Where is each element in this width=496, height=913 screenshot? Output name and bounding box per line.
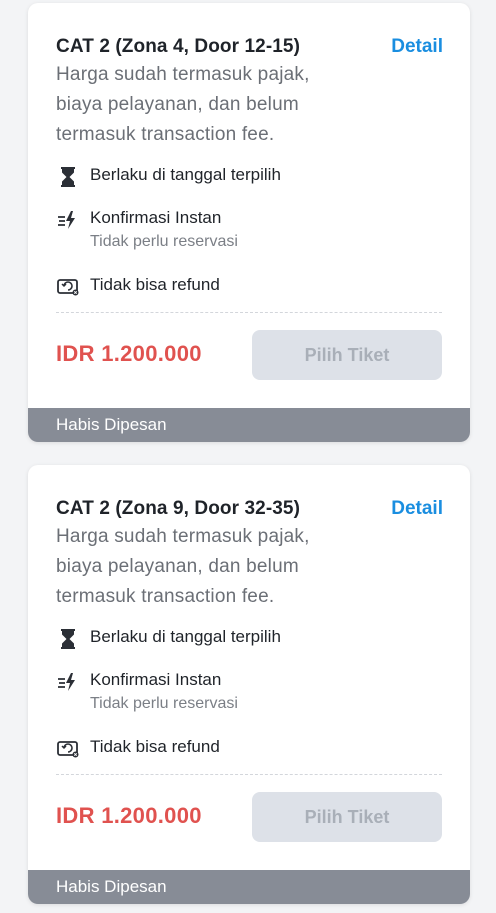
- instant-lightning-icon: [56, 208, 80, 232]
- divider: [56, 312, 442, 313]
- feature-refund: Tidak bisa refund: [56, 275, 220, 299]
- feature-label: Tidak bisa refund: [90, 275, 220, 294]
- description-line: biaya pelayanan, dan belum: [56, 94, 299, 115]
- feature-validity: Berlaku di tanggal terpilih: [56, 165, 281, 189]
- ticket-title: CAT 2 (Zona 4, Door 12-15): [56, 36, 301, 57]
- description-line: termasuk transaction fee.: [56, 586, 275, 607]
- description-line: Harga sudah termasuk pajak,: [56, 526, 310, 547]
- feature-label: Konfirmasi Instan: [90, 208, 222, 227]
- feature-refund: Tidak bisa refund: [56, 737, 220, 761]
- ticket-price: IDR 1.200.000: [56, 341, 202, 366]
- ticket-description: Harga sudah termasuk pajak, biaya pelaya…: [56, 522, 356, 612]
- sold-out-banner: Habis Dipesan: [28, 870, 470, 904]
- ticket-card: CAT 2 (Zona 9, Door 32-35) Detail Harga …: [28, 465, 470, 904]
- divider: [56, 774, 442, 775]
- feature-label: Berlaku di tanggal terpilih: [90, 165, 281, 184]
- detail-link[interactable]: Detail: [391, 498, 443, 520]
- detail-link[interactable]: Detail: [391, 36, 443, 58]
- feature-label: Konfirmasi Instan: [90, 670, 222, 689]
- feature-sublabel: Tidak perlu reservasi: [90, 695, 238, 712]
- feature-instant: Konfirmasi Instan Tidak perlu reservasi: [56, 670, 238, 714]
- sold-out-banner: Habis Dipesan: [28, 408, 470, 442]
- ticket-price: IDR 1.200.000: [56, 803, 202, 828]
- hourglass-icon: [56, 627, 80, 651]
- no-refund-icon: [56, 737, 80, 761]
- feature-sublabel: Tidak perlu reservasi: [90, 233, 238, 250]
- description-line: Harga sudah termasuk pajak,: [56, 64, 310, 85]
- feature-label: Berlaku di tanggal terpilih: [90, 627, 281, 646]
- no-refund-icon: [56, 275, 80, 299]
- feature-instant: Konfirmasi Instan Tidak perlu reservasi: [56, 208, 238, 252]
- ticket-title: CAT 2 (Zona 9, Door 32-35): [56, 498, 301, 519]
- select-ticket-button[interactable]: Pilih Tiket: [252, 792, 442, 842]
- hourglass-icon: [56, 165, 80, 189]
- ticket-description: Harga sudah termasuk pajak, biaya pelaya…: [56, 60, 356, 150]
- ticket-card: CAT 2 (Zona 4, Door 12-15) Detail Harga …: [28, 3, 470, 442]
- feature-label: Tidak bisa refund: [90, 737, 220, 756]
- instant-lightning-icon: [56, 670, 80, 694]
- feature-text: Konfirmasi Instan Tidak perlu reservasi: [90, 670, 238, 714]
- select-ticket-button[interactable]: Pilih Tiket: [252, 330, 442, 380]
- description-line: termasuk transaction fee.: [56, 124, 275, 145]
- feature-text: Konfirmasi Instan Tidak perlu reservasi: [90, 208, 238, 252]
- feature-validity: Berlaku di tanggal terpilih: [56, 627, 281, 651]
- description-line: biaya pelayanan, dan belum: [56, 556, 299, 577]
